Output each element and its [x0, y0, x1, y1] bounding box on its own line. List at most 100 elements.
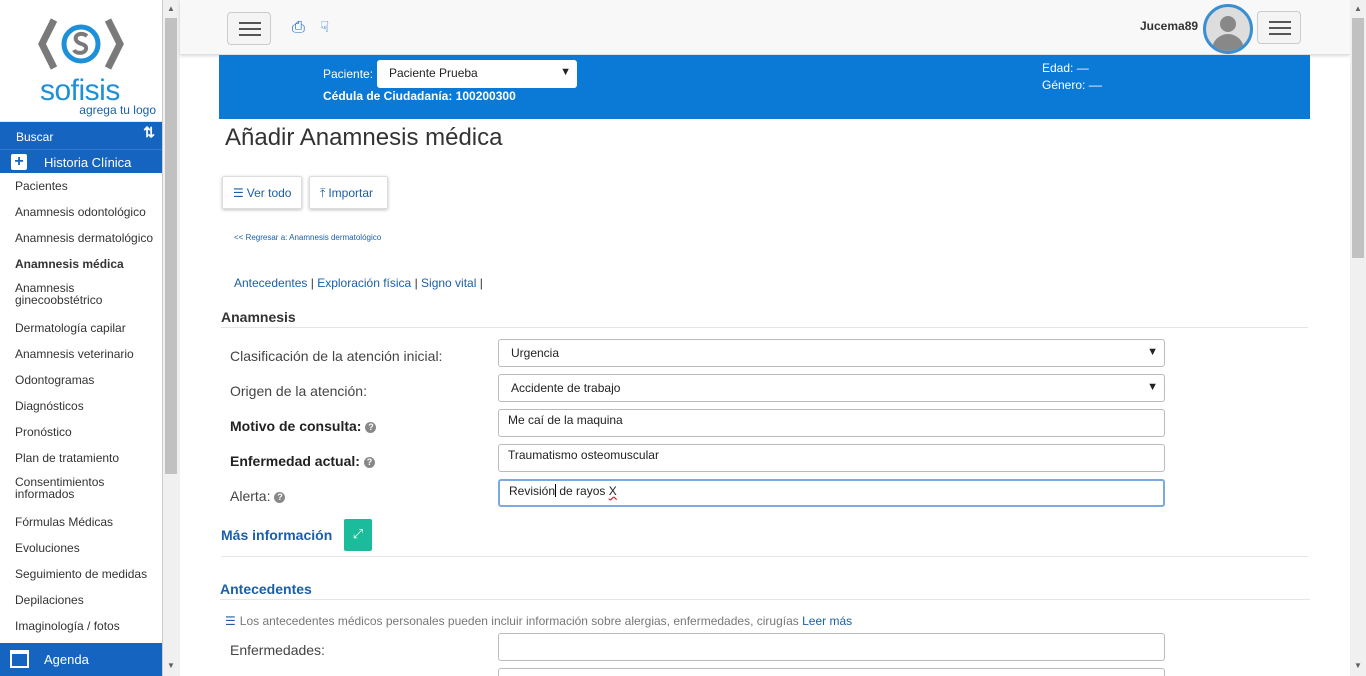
sidebar-scrollbar-thumb[interactable]	[165, 18, 177, 474]
enfermedades-label: Enfermedades:	[230, 642, 325, 658]
sidebar-item-anamnesis-ginecoobstetrico[interactable]: Anamnesis ginecoobstétrico	[0, 277, 162, 315]
origen-label: Origen de la atención:	[230, 383, 367, 399]
thumbs-down-icon[interactable]: ☟	[320, 18, 329, 36]
sidebar-item-anamnesis-dermatologico[interactable]: Anamnesis dermatológico	[0, 225, 162, 251]
sidebar-item-seguimiento-de-medidas[interactable]: Seguimiento de medidas	[0, 561, 162, 587]
tab-antecedentes[interactable]: Antecedentes	[234, 276, 307, 290]
patient-select-value: Paciente Prueba	[389, 66, 478, 80]
alerta-textarea[interactable]: Revisión de rayos X	[498, 479, 1165, 507]
user-menu-button[interactable]	[1257, 11, 1301, 44]
sidebar-item-imaginologia[interactable]: Imaginología / fotos	[0, 613, 162, 639]
top-navbar: ⎙ ☟ Jucema89	[180, 0, 1350, 55]
caret-down-icon: ▼	[1147, 346, 1158, 358]
importar-button[interactable]: ⤒ Importar	[309, 176, 388, 209]
back-link[interactable]: << Regresar a: Anamnesis dermatológico	[234, 233, 381, 242]
list-icon: ☰	[225, 614, 236, 628]
logo[interactable]: sofisis agrega tu logo	[0, 0, 162, 122]
origen-value: Accidente de trabajo	[511, 381, 621, 395]
scroll-up-arrow-icon[interactable]: ▲	[167, 4, 175, 13]
caret-down-icon: ▼	[1147, 381, 1158, 393]
motivo-textarea[interactable]: Me caí de la maquina	[498, 409, 1165, 437]
patient-select[interactable]: Paciente Prueba ▼	[377, 60, 577, 88]
alerta-value-part1: Revisión	[509, 484, 556, 498]
avatar[interactable]	[1203, 4, 1253, 54]
antecedentes-note-text: Los antecedentes médicos personales pued…	[239, 614, 799, 628]
help-icon[interactable]: ?	[274, 492, 286, 503]
tab-exploracion-fisica[interactable]: Exploración física	[317, 276, 411, 290]
clasificacion-select[interactable]: Urgencia ▼	[498, 339, 1165, 367]
alerta-value-part2: de rayos	[556, 484, 609, 498]
patient-edad: Edad: —	[1042, 61, 1089, 75]
expand-icon: ⤢	[352, 526, 364, 541]
upload-circle-icon: ⤒	[320, 186, 326, 200]
importar-label: Importar	[328, 186, 373, 200]
scroll-up-arrow-icon[interactable]: ▲	[1354, 4, 1362, 13]
menu-toggle-button[interactable]	[227, 12, 271, 45]
sort-arrows-icon[interactable]: ⇅	[143, 124, 155, 141]
expand-button[interactable]: ⤢	[344, 519, 372, 551]
logo-tagline: agrega tu logo	[79, 103, 156, 117]
main-scrollbar-thumb[interactable]	[1352, 18, 1364, 258]
sidebar-item-anamnesis-veterinario[interactable]: Anamnesis veterinario	[0, 341, 162, 367]
origen-select[interactable]: Accidente de trabajo ▼	[498, 374, 1165, 402]
page-title: Añadir Anamnesis médica	[225, 124, 503, 151]
list-icon: ☰	[233, 186, 244, 200]
next-field-partial[interactable]	[498, 668, 1165, 676]
sidebar-item-anamnesis-medica[interactable]: Anamnesis médica	[0, 251, 162, 277]
enfermedad-textarea[interactable]: Traumatismo osteomuscular	[498, 444, 1165, 472]
caret-down-icon: ▼	[560, 66, 571, 78]
sidebar-item-diagnosticos[interactable]: Diagnósticos	[0, 393, 162, 419]
print-icon[interactable]: ⎙	[292, 19, 305, 37]
section-tabs: Antecedentes | Exploración física | Sign…	[234, 276, 483, 290]
sofisis-logo-icon	[38, 18, 124, 70]
patient-bar: Paciente: Paciente Prueba ▼ Cédula de Ci…	[219, 55, 1310, 119]
enfermedad-value: Traumatismo osteomuscular	[508, 448, 659, 462]
sidebar-item-pacientes[interactable]: Pacientes	[0, 173, 162, 199]
sidebar-item-consentimientos-informados[interactable]: Consentimientos informados	[0, 471, 162, 509]
patient-genero: Género: ––	[1042, 78, 1103, 92]
plus-icon: +	[11, 154, 27, 170]
ver-todo-label: Ver todo	[246, 186, 292, 200]
mas-informacion-label[interactable]: Más información	[221, 527, 332, 543]
alerta-label-wrap: Alerta:?	[230, 488, 286, 504]
sidebar-agenda[interactable]: Agenda	[0, 643, 162, 676]
antecedentes-section-title: Antecedentes	[220, 581, 312, 597]
sidebar-item-evoluciones[interactable]: Evoluciones	[0, 535, 162, 561]
scroll-down-arrow-icon[interactable]: ▼	[167, 661, 175, 670]
tab-signo-vital[interactable]: Signo vital	[421, 276, 476, 290]
alerta-value-part3: X	[608, 484, 617, 498]
enfermedad-label-wrap: Enfermedad actual:?	[230, 453, 375, 469]
sidebar-item-odontogramas[interactable]: Odontogramas	[0, 367, 162, 393]
sidebar-item-plan-de-tratamiento[interactable]: Plan de tratamiento	[0, 445, 162, 471]
help-icon[interactable]: ?	[365, 422, 377, 433]
motivo-label: Motivo de consulta:	[230, 418, 362, 434]
sidebar-search[interactable]: Buscar ⇅	[0, 122, 162, 149]
sidebar-item-pronostico[interactable]: Pronóstico	[0, 419, 162, 445]
clasificacion-value: Urgencia	[511, 346, 560, 360]
antecedentes-note: ☰ Los antecedentes médicos personales pue…	[225, 614, 852, 628]
sidebar-section-label: Historia Clínica	[44, 155, 132, 170]
patient-cedula: Cédula de Ciudadanía: 100200300	[323, 89, 516, 103]
username[interactable]: Jucema89	[1140, 19, 1198, 33]
enfermedades-textarea[interactable]	[498, 633, 1165, 661]
sidebar-item-anamnesis-odontologico[interactable]: Anamnesis odontológico	[0, 199, 162, 225]
divider	[221, 556, 1308, 557]
patient-label: Paciente:	[323, 67, 374, 81]
anamnesis-section-title: Anamnesis	[221, 309, 296, 325]
sidebar-item-formulas-medicas[interactable]: Fórmulas Médicas	[0, 509, 162, 535]
scroll-down-arrow-icon[interactable]: ▼	[1354, 661, 1362, 670]
sidebar-section-historia-clinica[interactable]: + Historia Clínica	[0, 149, 162, 173]
ver-todo-button[interactable]: ☰ Ver todo	[222, 176, 302, 209]
motivo-label-wrap: Motivo de consulta:?	[230, 418, 377, 434]
motivo-value: Me caí de la maquina	[508, 413, 623, 427]
leer-mas-link[interactable]: Leer más	[802, 614, 852, 628]
sidebar-item-depilaciones[interactable]: Depilaciones	[0, 587, 162, 613]
sidebar-agenda-label: Agenda	[44, 652, 89, 667]
calendar-icon	[10, 650, 29, 668]
sidebar-scrollbar[interactable]: ▲ ▼	[163, 0, 180, 676]
main-scrollbar[interactable]: ▲ ▼	[1350, 0, 1366, 676]
help-icon[interactable]: ?	[363, 457, 375, 468]
sidebar: sofisis agrega tu logo Buscar ⇅ + Histor…	[0, 0, 163, 676]
alerta-label: Alerta:	[230, 488, 271, 504]
sidebar-item-dermatologia-capilar[interactable]: Dermatología capilar	[0, 315, 162, 341]
